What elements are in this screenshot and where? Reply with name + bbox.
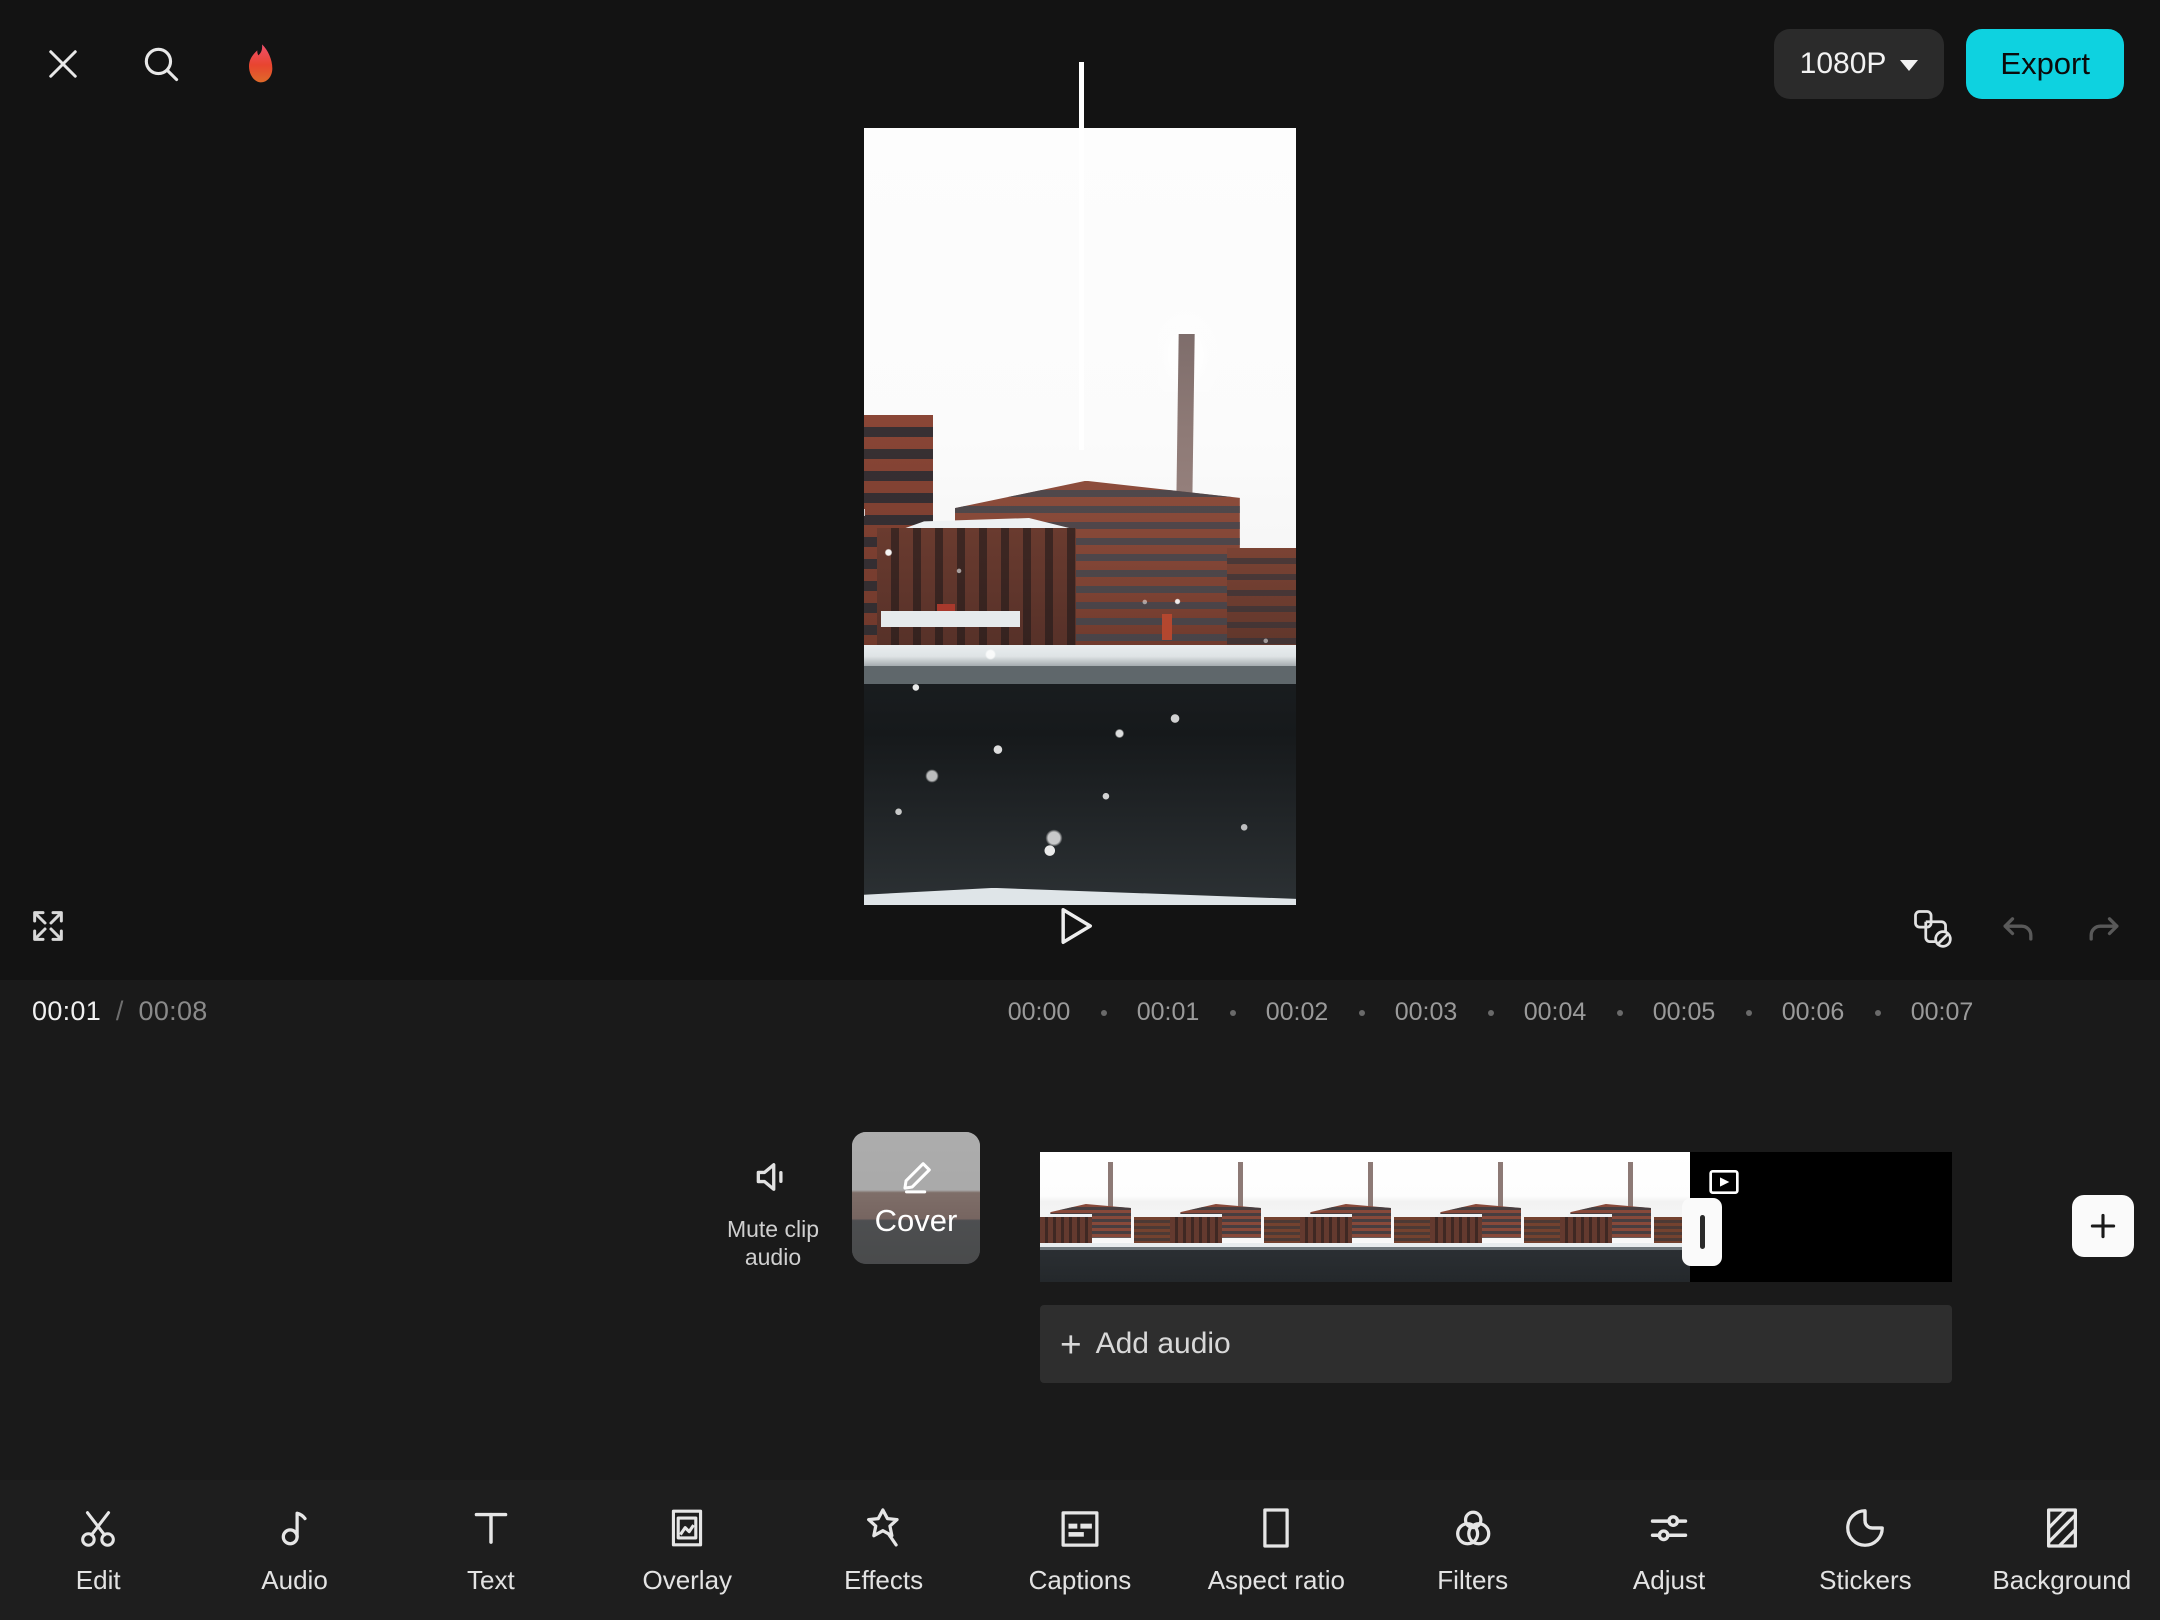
sticker-peel-icon <box>1842 1505 1888 1551</box>
undo-icon[interactable] <box>1996 906 2040 955</box>
ruler-tick-dot <box>1616 1010 1623 1016</box>
video-clip-track[interactable] <box>1040 1152 1952 1282</box>
toolbar-item-edit[interactable]: Edit <box>0 1505 196 1596</box>
redo-icon[interactable] <box>2082 906 2126 955</box>
add-audio-label: Add audio <box>1095 1327 1231 1360</box>
resolution-label: 1080P <box>1799 47 1887 80</box>
thumb-quay <box>1040 1243 1170 1250</box>
ruler-tick-dot <box>1229 1010 1236 1016</box>
toolbar-item-captions[interactable]: Captions <box>982 1505 1178 1596</box>
export-button[interactable]: Export <box>1966 29 2124 99</box>
play-icon[interactable] <box>1048 900 1100 957</box>
ruler-tick-label: 00:00 <box>1007 998 1071 1026</box>
ruler-tick-label: 00:02 <box>1265 998 1329 1026</box>
ruler-tick-dot <box>1487 1010 1494 1016</box>
speaker-mute-icon <box>751 1155 795 1204</box>
mute-label-line2: audio <box>744 1244 802 1270</box>
plus-icon: + <box>1060 1323 1082 1365</box>
search-icon[interactable] <box>134 37 188 91</box>
toolbar-item-label: Audio <box>261 1564 328 1595</box>
video-clip-icon <box>1702 1162 1746 1202</box>
toolbar-item-label: Effects <box>844 1564 924 1595</box>
thumb-quay <box>1170 1243 1300 1250</box>
toolbar-item-label: Captions <box>1028 1564 1132 1595</box>
right-trim-handle[interactable] <box>1682 1198 1722 1266</box>
scissors-icon <box>75 1505 121 1551</box>
ruler-tick-label: 00:06 <box>1781 998 1845 1026</box>
captions-box-icon <box>1057 1505 1103 1551</box>
pencil-edit-icon <box>897 1158 935 1201</box>
clip-thumbnail-strip <box>1040 1152 1692 1282</box>
toolbar-item-background[interactable]: Background <box>1964 1505 2160 1596</box>
cover-button[interactable]: Cover <box>852 1132 980 1264</box>
toolbar-item-filters[interactable]: Filters <box>1375 1505 1571 1596</box>
ruler-tick-label: 00:01 <box>1136 998 1200 1026</box>
toolbar-item-adjust[interactable]: Adjust <box>1571 1505 1767 1596</box>
remove-watermark-icon[interactable] <box>1910 906 1954 955</box>
video-editor-app: 1080P Export 00:01 / 00:08 00:00 00:01 0… <box>0 0 2160 1620</box>
toolbar-item-stickers[interactable]: Stickers <box>1767 1505 1963 1596</box>
toolbar-item-label: Adjust <box>1632 1564 1706 1595</box>
thumb-quay <box>1560 1243 1690 1250</box>
diagonal-stripes-icon <box>2041 1505 2083 1551</box>
add-audio-row[interactable]: + Add audio <box>1040 1305 1952 1383</box>
sliders-icon <box>1646 1505 1692 1551</box>
clip-thumbnail <box>1560 1152 1690 1282</box>
clip-thumbnail <box>1430 1152 1560 1282</box>
toolbar-item-label: Stickers <box>1819 1564 1912 1595</box>
toolbar-item-label: Filters <box>1437 1564 1509 1595</box>
preview-controls <box>0 888 2160 980</box>
mute-clip-audio-button[interactable]: Mute clip audio <box>718 1155 828 1271</box>
chevron-down-icon <box>1900 60 1919 71</box>
text-t-icon <box>468 1505 514 1551</box>
cover-label: Cover <box>874 1202 958 1238</box>
bottom-toolbar: Edit Audio Text Overlay Effects Captions Aspec… <box>0 1480 2160 1620</box>
fullscreen-icon[interactable] <box>28 906 68 951</box>
thumb-quay <box>1300 1243 1430 1250</box>
trim-grip-bar <box>1699 1215 1705 1249</box>
rectangle-icon <box>1256 1505 1296 1551</box>
close-icon[interactable] <box>36 37 90 91</box>
toolbar-item-overlay[interactable]: Overlay <box>589 1505 785 1596</box>
toolbar-item-label: Overlay <box>642 1564 733 1595</box>
flame-icon[interactable] <box>232 37 286 91</box>
ruler-tick-label: 00:04 <box>1523 998 1587 1026</box>
ruler-tick-dot <box>1745 1010 1752 1016</box>
toolbar-item-label: Edit <box>75 1564 121 1595</box>
timeline-ruler[interactable]: 00:00 00:01 00:02 00:03 00:04 00:05 00:06 00:07 <box>0 994 2160 1034</box>
toolbar-item-text[interactable]: Text <box>393 1505 589 1596</box>
filters-circles-icon <box>1450 1505 1496 1551</box>
clip-thumbnail <box>1170 1152 1300 1282</box>
ruler-tick-dot <box>1874 1010 1881 1016</box>
cover-content: Cover <box>852 1132 980 1264</box>
top-bar-right-group: 1080P Export <box>1773 0 2124 128</box>
image-frame-icon <box>665 1505 709 1551</box>
toolbar-item-audio[interactable]: Audio <box>196 1505 392 1596</box>
preview-right-controls <box>1910 906 2126 955</box>
playhead[interactable] <box>1079 62 1084 450</box>
mute-label-line1: Mute clip <box>726 1216 820 1242</box>
ruler-tick-label: 00:03 <box>1394 998 1458 1026</box>
toolbar-item-label: Aspect ratio <box>1207 1564 1345 1595</box>
music-note-icon <box>272 1505 318 1551</box>
ruler-tick-dot <box>1358 1010 1365 1016</box>
top-bar-left-group <box>0 37 286 91</box>
toolbar-item-label: Background <box>1992 1564 2132 1595</box>
thumb-quay <box>1430 1243 1560 1250</box>
mute-clip-audio-label: Mute clip audio <box>727 1215 819 1271</box>
ruler-tick-label: 00:07 <box>1910 998 1974 1026</box>
ruler-tick-dot <box>1100 1010 1107 1016</box>
clip-thumbnail <box>1040 1152 1170 1282</box>
resolution-selector[interactable]: 1080P <box>1773 29 1945 99</box>
clip-thumbnail <box>1300 1152 1430 1282</box>
toolbar-item-effects[interactable]: Effects <box>785 1505 981 1596</box>
ruler-tick-label: 00:05 <box>1652 998 1716 1026</box>
add-clip-button[interactable] <box>2072 1195 2134 1257</box>
sparkle-star-icon <box>861 1505 907 1551</box>
toolbar-item-aspect-ratio[interactable]: Aspect ratio <box>1178 1505 1374 1596</box>
toolbar-item-label: Text <box>467 1564 515 1595</box>
